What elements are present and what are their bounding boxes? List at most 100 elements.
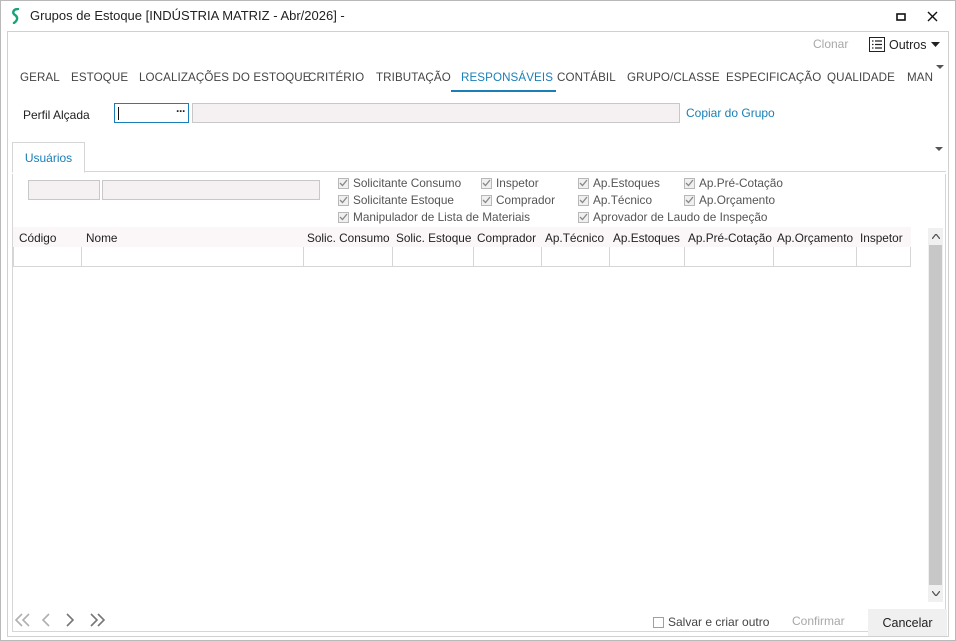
col-header-ap-estoques[interactable]: Ap.Estoques [613,231,680,245]
save-and-create-checkbox[interactable]: Salvar e criar outro [653,615,769,629]
chk-label: Inspetor [496,176,539,190]
col-divider [684,247,685,267]
close-icon [927,11,937,21]
checkbox-checked-icon [684,194,695,206]
chk-ap-pre-cotacao[interactable]: Ap.Pré-Cotação [684,176,783,190]
chk-label: Ap.Orçamento [699,193,776,207]
first-record-icon[interactable] [13,612,31,628]
app-logo-icon [12,8,20,24]
subtab-usuarios[interactable]: Usuários [12,142,85,173]
lookup-ellipsis-button[interactable]: ··· [176,104,186,118]
checkbox-checked-icon [338,211,349,223]
chk-label: Ap.Técnico [593,193,653,207]
subtab-strip: Usuários [12,142,946,173]
col-header-nome[interactable]: Nome [86,231,117,245]
checkbox-checked-icon [338,194,349,206]
minimize-icon [896,13,906,21]
col-header-ap-pre-cotacao[interactable]: Ap.Pré-Cotação [688,231,772,245]
chk-inspetor[interactable]: Inspetor [481,176,539,190]
chk-solicitante-consumo[interactable]: Solicitante Consumo [338,176,461,190]
minimize-button[interactable] [890,6,912,26]
col-header-solic-estoque[interactable]: Solic. Estoque [396,231,471,245]
chk-manipulador[interactable]: Manipulador de Lista de Materiais [338,210,530,224]
filter-name-input[interactable] [102,180,320,200]
tab-contabil[interactable]: CONTÁBIL [557,71,616,84]
col-divider [473,247,474,267]
chk-ap-estoques[interactable]: Ap.Estoques [578,176,660,190]
tab-especificacao[interactable]: ESPECIFICAÇÃO [726,71,821,84]
chk-comprador[interactable]: Comprador [481,193,555,207]
tab-grupo-classe[interactable]: GRUPO/CLASSE [627,71,720,84]
checkbox-checked-icon [578,194,589,206]
col-divider [773,247,774,267]
chk-aprovador-laudo[interactable]: Aprovador de Laudo de Inspeção [578,210,767,224]
subtabs-scroll-down-icon[interactable] [935,147,943,152]
tabs-scroll-down-icon[interactable] [936,65,944,70]
active-tab-indicator [451,90,556,92]
col-header-comprador[interactable]: Comprador [477,231,536,245]
outros-button[interactable]: Outros [869,37,940,52]
grid-header: Código Nome Solic. Consumo Solic. Estoqu… [13,227,911,247]
tab-criterio[interactable]: CRITÉRIO [308,71,364,84]
last-record-icon[interactable] [89,612,107,628]
chk-label: Manipulador de Lista de Materiais [353,210,531,224]
checkbox-checked-icon [338,177,349,189]
checkbox-checked-icon [481,194,492,206]
checkbox-checked-icon [578,177,589,189]
save-and-create-label: Salvar e criar outro [668,615,770,629]
tab-responsaveis[interactable]: RESPONSÁVEIS [461,71,553,84]
subtab-usuarios-label: Usuários [24,150,73,165]
chk-label: Comprador [496,193,556,207]
clone-button[interactable]: Clonar [813,37,848,51]
col-divider [856,247,857,267]
chk-label: Solicitante Consumo [353,176,462,190]
next-record-icon[interactable] [65,612,75,628]
col-divider [13,247,14,267]
checkbox-checked-icon [684,177,695,189]
tab-geral[interactable]: GERAL [20,71,60,84]
chk-solicitante-estoque[interactable]: Solicitante Estoque [338,193,454,207]
col-divider [303,247,304,267]
copiar-do-grupo-link[interactable]: Copiar do Grupo [686,106,775,120]
table-row[interactable] [13,247,911,267]
col-header-codigo[interactable]: Código [19,231,56,245]
chevron-down-icon [930,41,940,47]
title-bar: Grupos de Estoque [INDÚSTRIA MATRIZ - Ab… [1,1,955,31]
form-container: Clonar Outros GERAL ESTOQUE LOCALIZAÇÕES… [7,31,949,637]
cancel-button[interactable]: Cancelar [868,609,947,636]
previous-record-icon[interactable] [41,612,51,628]
chk-label: Ap.Pré-Cotação [699,176,783,190]
col-divider [541,247,542,267]
checkbox-checked-icon [578,211,589,223]
chk-ap-tecnico[interactable]: Ap.Técnico [578,193,652,207]
grid-vertical-scrollbar[interactable] [928,228,943,602]
col-divider [81,247,82,267]
scroll-down-icon[interactable] [928,585,943,601]
text-cursor [118,107,119,120]
app-window: Grupos de Estoque [INDÚSTRIA MATRIZ - Ab… [0,0,956,641]
col-header-inspetor[interactable]: Inspetor [860,231,903,245]
perfil-alcada-code-input[interactable]: ··· [114,103,189,123]
tab-qualidade[interactable]: QUALIDADE [827,71,895,84]
scrollbar-thumb[interactable] [929,245,942,585]
tab-localizacoes[interactable]: LOCALIZAÇÕES DO ESTOQUE [139,71,311,84]
checkbox-unchecked-icon [653,616,664,628]
chk-ap-orcamento[interactable]: Ap.Orçamento [684,193,775,207]
main-tabs: GERAL ESTOQUE LOCALIZAÇÕES DO ESTOQUE CR… [14,68,944,92]
col-divider [910,247,911,267]
col-header-ap-tecnico[interactable]: Ap.Técnico [545,231,604,245]
close-button[interactable] [921,6,943,26]
footer-bar: Salvar e criar outro Confirmar Cancelar [1,604,956,639]
perfil-alcada-name-input[interactable] [192,103,680,123]
tab-tributacao[interactable]: TRIBUTAÇÃO [376,71,451,84]
confirm-button[interactable]: Confirmar [792,614,845,628]
tab-man[interactable]: MAN [907,71,933,84]
scroll-up-icon[interactable] [928,228,943,244]
tab-estoque[interactable]: ESTOQUE [71,71,128,84]
filter-code-input[interactable] [28,180,100,200]
col-header-ap-orcamento[interactable]: Ap.Orçamento [777,231,853,245]
perfil-alcada-label: Perfil Alçada [23,108,90,122]
col-header-solic-consumo[interactable]: Solic. Consumo [307,231,390,245]
chk-label: Ap.Estoques [593,176,660,190]
col-divider [392,247,393,267]
